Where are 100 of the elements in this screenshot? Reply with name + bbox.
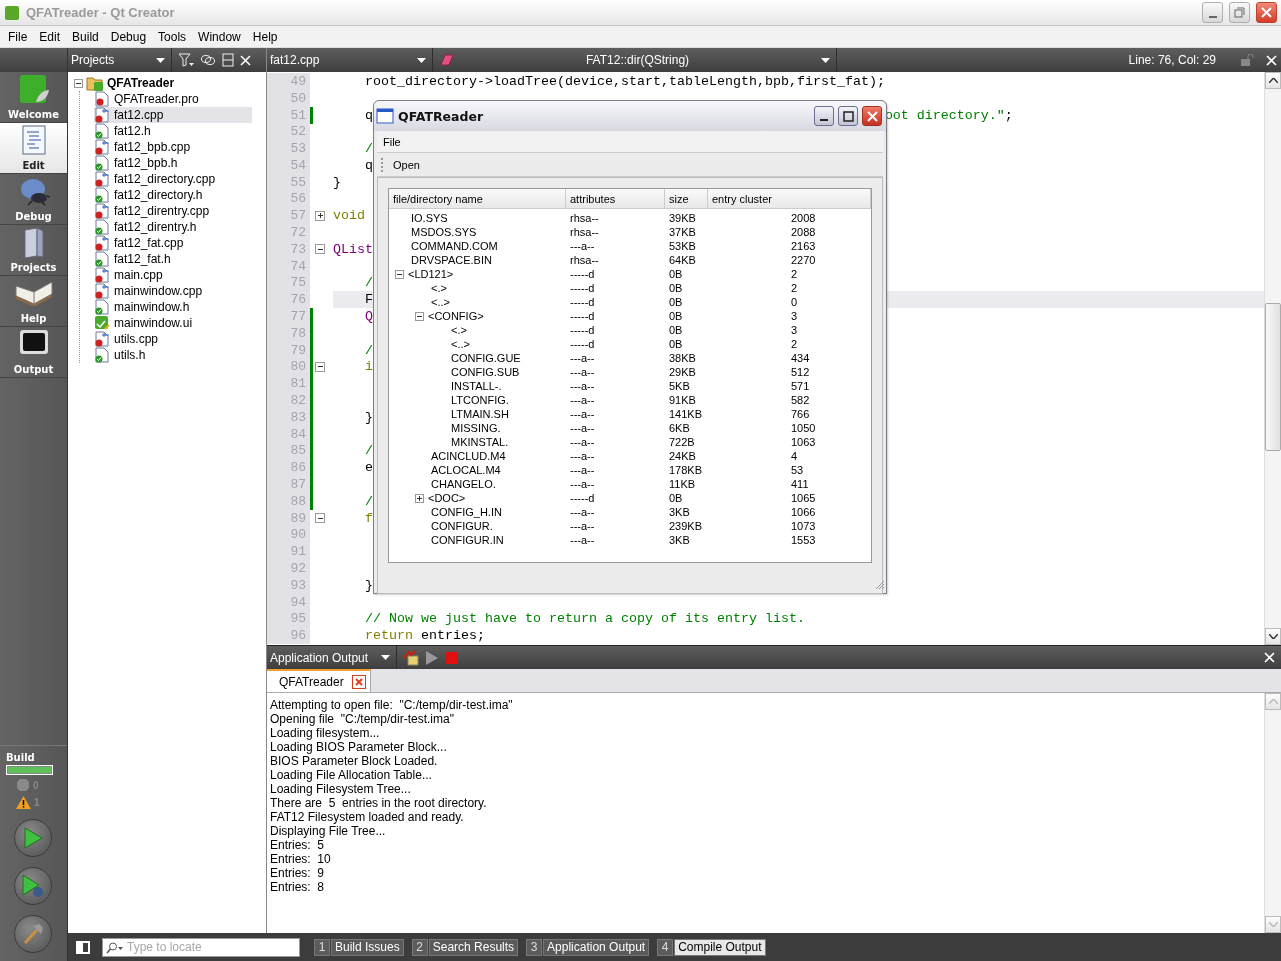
menu-item[interactable]: File [2, 29, 34, 44]
cluster-cell-text: 4 [790, 450, 799, 462]
search-icon [106, 941, 124, 954]
mode-tab[interactable]: Help [0, 276, 67, 327]
cluster-cell-text: 766 [790, 408, 811, 420]
rerun-button[interactable] [403, 649, 419, 666]
mode-tab[interactable]: Projects [0, 225, 67, 276]
file-dropdown[interactable]: fat12.cpp [269, 48, 433, 72]
scroll-down-button[interactable] [1265, 628, 1281, 645]
menu-item[interactable]: Help [246, 29, 284, 44]
size-grip[interactable] [875, 580, 885, 590]
column-header[interactable]: attributes [566, 189, 665, 208]
code-text: / [364, 493, 373, 509]
expand-toggle[interactable] [415, 311, 424, 321]
symbol-dropdown[interactable]: FAT12::dir(QString) [439, 48, 837, 72]
attributes-cell-text: ---a-- [569, 506, 596, 518]
logo-icon [17, 74, 50, 106]
column-header[interactable]: file/directory name [389, 189, 566, 208]
attributes-cell-text: ---a-- [569, 366, 596, 378]
line-number: 82 [267, 392, 310, 410]
sidebar-toggle[interactable] [76, 940, 90, 954]
menu-item[interactable]: Tools [152, 29, 193, 44]
project-file[interactable]: fat12_direntry.cpp [94, 203, 252, 219]
mode-tab[interactable]: Welcome [0, 72, 67, 123]
binder-icon [22, 227, 45, 259]
cluster-cell-text: 2 [790, 268, 799, 280]
maximize-button[interactable] [838, 106, 858, 126]
menu-item[interactable]: Build [66, 29, 105, 44]
project-file[interactable]: fat12_directory.cpp [94, 171, 252, 187]
expand-toggle[interactable] [415, 493, 424, 503]
attributes-cell-text: -----d [569, 492, 596, 504]
book-icon [13, 278, 54, 306]
attributes-cell-text: -----d [569, 310, 596, 322]
expand-toggle[interactable] [395, 269, 404, 279]
attributes-cell-text: rhsa-- [569, 212, 600, 224]
app-icon [4, 4, 20, 21]
project-file[interactable]: fat12_bpb.cpp [94, 139, 252, 155]
menu-item[interactable]: Debug [104, 29, 153, 44]
window-title: QFATreader - Qt Creator [26, 5, 176, 20]
mode-tab[interactable]: Output [0, 327, 67, 378]
close-button[interactable] [862, 106, 882, 126]
project-file[interactable]: fat12_bpb.h [94, 155, 252, 171]
mode-tab[interactable]: Edit [0, 123, 67, 174]
column-header[interactable]: size [665, 189, 708, 208]
scroll-up-button[interactable] [1265, 72, 1281, 89]
document-icon [94, 219, 110, 235]
cluster-cell-text: 53 [790, 464, 805, 476]
size-cell-text: 37KB [668, 226, 697, 238]
file-name: COMMAND.COM [411, 240, 498, 252]
scrollbar[interactable] [1264, 72, 1281, 645]
project-file[interactable]: fat12.cpp [94, 107, 252, 123]
project-file[interactable]: fat12.h [94, 123, 252, 139]
fold-toggle[interactable] [315, 210, 325, 221]
tab-close-button[interactable] [352, 674, 366, 689]
rerun-icon [403, 649, 419, 666]
scroll-thumb[interactable] [1265, 303, 1281, 451]
build-button[interactable] [14, 915, 52, 953]
locate-field[interactable]: Type to locate [102, 937, 300, 957]
line-number: 81 [267, 375, 310, 393]
column-header[interactable]: entry cluster [708, 189, 871, 208]
menu-item[interactable]: Edit [33, 29, 67, 44]
run-button[interactable] [14, 819, 52, 857]
document-icon [94, 235, 110, 251]
minimize-button[interactable] [814, 106, 834, 126]
cluster-cell-text: 1073 [790, 520, 817, 532]
close-button[interactable] [1256, 2, 1277, 23]
project-file[interactable]: mainwindow.cpp [94, 283, 252, 299]
project-file[interactable]: fat12_directory.h [94, 187, 252, 203]
fold-toggle[interactable] [315, 361, 325, 372]
size-cell-text: 0B [668, 310, 684, 322]
document-icon [94, 155, 110, 171]
play-button[interactable] [425, 649, 439, 666]
menu-item[interactable]: Window [192, 29, 247, 44]
project-file[interactable]: mainwindow.h [94, 299, 252, 315]
project-file[interactable]: fat12_fat.h [94, 251, 252, 267]
debug-run-button[interactable] [14, 867, 52, 905]
line-number: 57 [267, 207, 310, 225]
project-file[interactable]: mainwindow.ui [94, 315, 252, 331]
open-button[interactable]: Open [389, 158, 424, 171]
line-number: 92 [267, 560, 310, 577]
project-file[interactable]: utils.cpp [94, 331, 252, 347]
sync-button[interactable] [200, 54, 216, 66]
fold-toggle[interactable] [315, 513, 325, 524]
menu-item[interactable]: File [377, 135, 407, 148]
project-file[interactable]: fat12_direntry.h [94, 219, 252, 235]
run-tab[interactable]: QFATreader [267, 669, 371, 692]
project-file[interactable]: main.cpp [94, 267, 252, 283]
cluster-cell-text: 1063 [790, 436, 817, 448]
expand-toggle[interactable] [74, 78, 83, 88]
code-text: e [364, 460, 373, 476]
fold-toggle[interactable] [315, 244, 325, 255]
project-file[interactable]: QFATreader.pro [94, 91, 252, 107]
filter-button[interactable] [178, 53, 194, 67]
split-button[interactable] [222, 53, 234, 67]
project-file[interactable]: utils.h [94, 347, 252, 363]
size-cell-text: 3KB [668, 506, 691, 518]
mode-tab[interactable]: Debug [0, 174, 67, 225]
code-text: } [333, 174, 341, 190]
size-cell-text: 3KB [668, 534, 691, 546]
project-file[interactable]: fat12_fat.cpp [94, 235, 252, 251]
